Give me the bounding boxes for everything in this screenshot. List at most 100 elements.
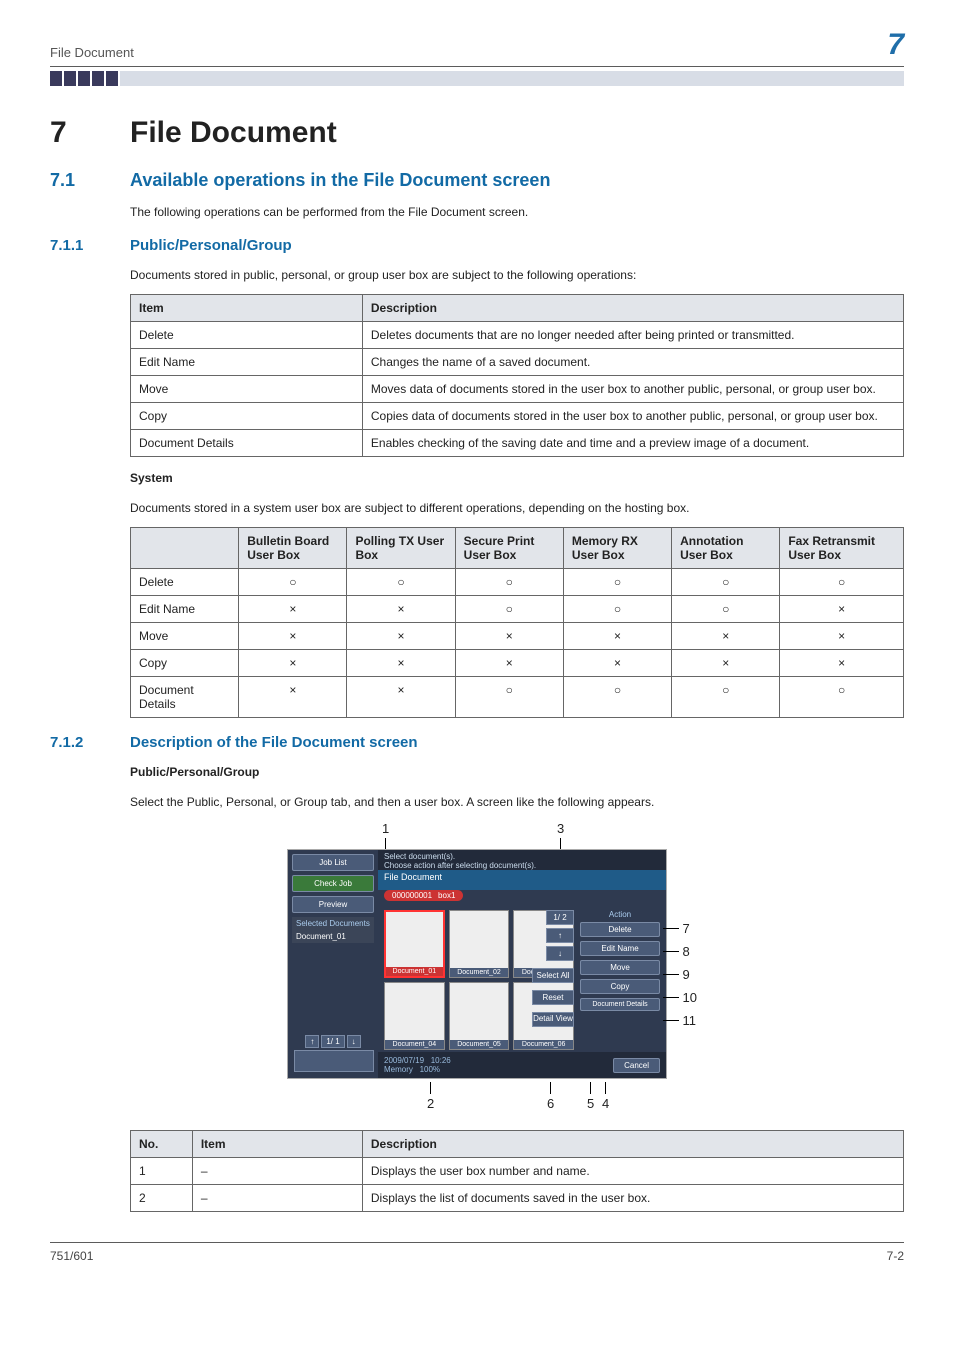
cell-desc: Enables checking of the saving date and …: [362, 430, 903, 457]
pager-text: 1/ 2: [546, 910, 574, 925]
system-matrix-table: Bulletin Board User Box Polling TX User …: [130, 527, 904, 718]
callout-9: 9: [663, 967, 697, 982]
cell-item: Delete: [131, 322, 363, 349]
cell: ×: [347, 677, 455, 718]
cell: Delete: [131, 569, 239, 596]
job-list-button[interactable]: Job List: [292, 854, 374, 871]
panel-mock: Job List Check Job Preview Selected Docu…: [287, 849, 667, 1079]
cell-item: Edit Name: [131, 349, 363, 376]
cancel-button[interactable]: Cancel: [613, 1058, 660, 1073]
callout-7: 7: [663, 921, 697, 936]
tab-file-document[interactable]: File Document: [378, 870, 666, 890]
cell: Move: [131, 623, 239, 650]
preview-button[interactable]: Preview: [292, 896, 374, 913]
callout-5: 5: [587, 1082, 594, 1111]
reset-button[interactable]: Reset: [532, 990, 574, 1005]
section-7-1-heading: 7.1Available operations in the File Docu…: [50, 170, 904, 191]
callout-4: 4: [602, 1082, 609, 1111]
table-row: 1 – Displays the user box number and nam…: [131, 1158, 904, 1185]
left-thumbnail: [294, 1050, 374, 1072]
cell: ×: [239, 677, 347, 718]
cell: ○: [563, 596, 671, 623]
footer-memory-label: Memory: [384, 1065, 413, 1074]
thumbnail-item[interactable]: Document_04: [384, 982, 445, 1050]
cell: ×: [239, 623, 347, 650]
chapter-title: File Document: [130, 116, 337, 149]
cell: Document Details: [131, 677, 239, 718]
cell: ×: [239, 650, 347, 677]
cell: ○: [672, 596, 780, 623]
th-no: No.: [131, 1131, 193, 1158]
action-edit-name-button[interactable]: Edit Name: [580, 941, 660, 956]
callout-1: 1: [382, 821, 389, 850]
cell: Copy: [131, 650, 239, 677]
cell: ×: [672, 623, 780, 650]
cell: ×: [780, 650, 904, 677]
callout-11: 11: [663, 1013, 697, 1028]
cell-item: Copy: [131, 403, 363, 430]
arrow-down-icon[interactable]: ↓: [546, 946, 574, 961]
subsection-title: Public/Personal/Group: [130, 237, 292, 254]
arrow-down-icon[interactable]: ↓: [347, 1035, 361, 1048]
cell: ○: [455, 596, 563, 623]
cell: ○: [563, 677, 671, 718]
cell: ×: [780, 596, 904, 623]
box-label: 000000001box1: [384, 890, 463, 901]
table-row: Move××××××: [131, 623, 904, 650]
ppg-heading: Public/Personal/Group: [130, 763, 904, 781]
detail-view-button[interactable]: Detail View: [532, 1012, 574, 1027]
actions-header: Action: [580, 910, 660, 919]
cell: ×: [455, 650, 563, 677]
cell: Edit Name: [131, 596, 239, 623]
arrow-up-icon[interactable]: ↑: [305, 1035, 319, 1048]
th-bulletin: Bulletin Board User Box: [239, 528, 347, 569]
th-description: Description: [362, 295, 903, 322]
cell-desc: Displays the list of documents saved in …: [362, 1185, 903, 1212]
action-details-button[interactable]: Document Details: [580, 998, 660, 1011]
section-number: 7.1: [50, 170, 130, 191]
chapter-number: 7: [50, 116, 130, 150]
action-copy-button[interactable]: Copy: [580, 979, 660, 994]
cell: ○: [672, 569, 780, 596]
th-blank: [131, 528, 239, 569]
th-memoryrx: Memory RX User Box: [563, 528, 671, 569]
selected-document-name: Document_01: [292, 930, 374, 943]
th-faxretrans: Fax Retransmit User Box: [780, 528, 904, 569]
thumbnail-item[interactable]: Document_05: [449, 982, 510, 1050]
section-7-1-2-heading: 7.1.2Description of the File Document sc…: [50, 734, 904, 751]
thumbnail-item[interactable]: Document_01: [384, 910, 445, 978]
action-move-button[interactable]: Move: [580, 960, 660, 975]
table-row: Copy××××××: [131, 650, 904, 677]
cell: ○: [455, 569, 563, 596]
section-7-1-intro: The following operations can be performe…: [130, 203, 904, 221]
cell: ○: [672, 677, 780, 718]
action-delete-button[interactable]: Delete: [580, 922, 660, 937]
th-description: Description: [362, 1131, 903, 1158]
selected-documents-header: Selected Documents: [292, 917, 374, 930]
callout-6: 6: [547, 1082, 554, 1111]
cell-item: –: [192, 1158, 362, 1185]
cell: ×: [347, 650, 455, 677]
select-all-button[interactable]: Select All: [532, 968, 574, 983]
screen-figure: 1 3 Job List Check Job Preview Selected …: [227, 821, 727, 1110]
left-pager-text: 1/ 1: [321, 1035, 344, 1048]
table-row: Document Details××○○○○: [131, 677, 904, 718]
table-row: 2 – Displays the list of documents saved…: [131, 1185, 904, 1212]
running-head: File Document: [50, 45, 134, 60]
footer-left: 751/601: [50, 1249, 93, 1263]
table-row: Delete○○○○○○: [131, 569, 904, 596]
subsection-number: 7.1.2: [50, 734, 130, 751]
cell: ×: [780, 623, 904, 650]
arrow-up-icon[interactable]: ↑: [546, 928, 574, 943]
footer-right: 7-2: [887, 1249, 904, 1263]
table-row: MoveMoves data of documents stored in th…: [131, 376, 904, 403]
callout-3: 3: [557, 821, 564, 850]
cell: ○: [347, 569, 455, 596]
th-annotation: Annotation User Box: [672, 528, 780, 569]
table-row: CopyCopies data of documents stored in t…: [131, 403, 904, 430]
cell-desc: Displays the user box number and name.: [362, 1158, 903, 1185]
cell: ×: [455, 623, 563, 650]
check-job-button[interactable]: Check Job: [292, 875, 374, 892]
thumbnail-item[interactable]: Document_02: [449, 910, 510, 978]
footer-memory-value: 100%: [420, 1065, 440, 1074]
